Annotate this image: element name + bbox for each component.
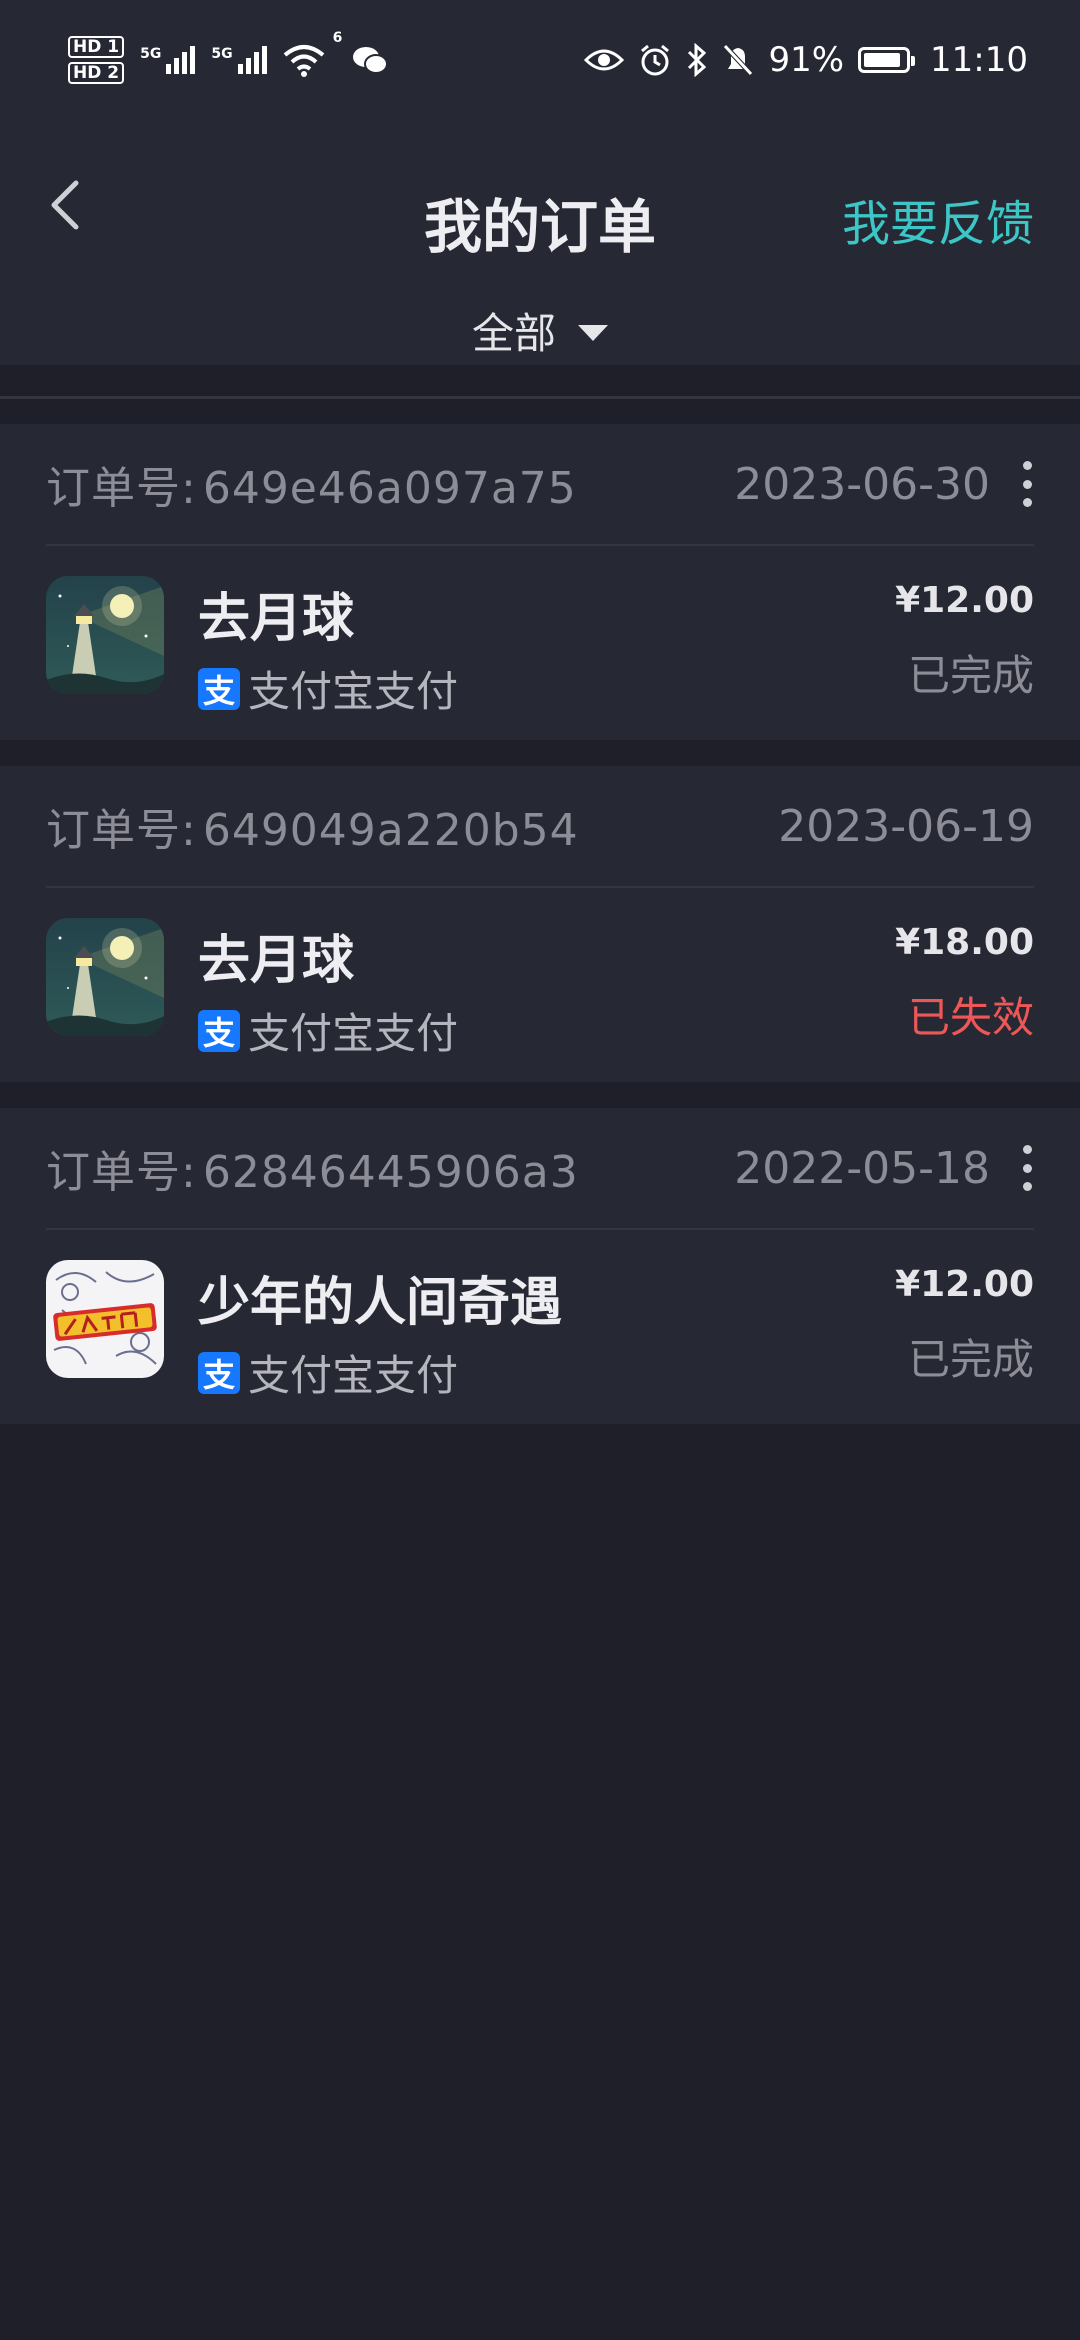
order-number: 订单号: 62846445906a3	[46, 1136, 579, 1200]
wifi-badge: 6	[332, 30, 343, 46]
order-number-label: 订单号:	[46, 805, 197, 856]
order-date: 2022-05-18	[734, 1142, 990, 1194]
lighthouse-app-icon	[46, 918, 164, 1036]
filter-label: 全部	[471, 309, 556, 358]
order-header: 订单号: 649e46a097a75 2023-06-30	[46, 424, 1034, 546]
payment-label: 支付宝支付	[248, 1009, 459, 1058]
alipay-icon: 支	[198, 667, 240, 710]
dropdown-arrow-icon	[578, 324, 608, 341]
order-card[interactable]: 订单号: 62846445906a3 2022-05-18 少年的人间奇遇 支 …	[0, 1108, 1080, 1424]
battery-icon	[858, 47, 916, 73]
order-price: ¥12.00	[895, 1264, 1034, 1305]
order-card[interactable]: 订单号: 649049a220b54 2023-06-19 去月球 支 支付宝支…	[0, 766, 1080, 1082]
app-header: 我的订单 我要反馈 全部	[0, 120, 1080, 365]
eye-icon	[584, 49, 625, 71]
order-price: ¥12.00	[895, 580, 1034, 621]
order-card[interactable]: 订单号: 649e46a097a75 2023-06-30 去月球 支 支付宝支…	[0, 424, 1080, 740]
wechat-icon	[353, 47, 389, 74]
order-header: 订单号: 649049a220b54 2023-06-19	[46, 766, 1034, 888]
order-header: 订单号: 62846445906a3 2022-05-18	[46, 1108, 1034, 1230]
signal-icon: 5G	[140, 46, 196, 74]
order-status: 已完成	[907, 1335, 1034, 1384]
clock: 11:10	[930, 40, 1028, 80]
order-body: 去月球 支 支付宝支付 ¥18.00 已失效	[46, 888, 1034, 1082]
order-number-label: 订单号:	[46, 1147, 197, 1198]
alipay-icon: 支	[198, 1351, 240, 1394]
sim2-badge: HD 2	[68, 62, 125, 84]
comic-app-icon	[46, 1260, 164, 1378]
payment-method: 支 支付宝支付	[198, 1000, 458, 1061]
product-name: 少年的人间奇遇	[198, 1273, 563, 1333]
wifi-icon	[283, 45, 324, 77]
bell-off-icon	[723, 44, 754, 76]
feedback-link[interactable]: 我要反馈	[842, 184, 1034, 254]
status-bar: HD 1 HD 2 5G 5G 6 91% 11:10	[0, 0, 1080, 120]
product-name: 去月球	[198, 931, 355, 991]
payment-method: 支 支付宝支付	[198, 658, 458, 719]
alarm-icon	[641, 44, 670, 76]
signal-icon-2: 5G	[211, 46, 267, 74]
order-body: 少年的人间奇遇 支 支付宝支付 ¥12.00 已完成	[46, 1230, 1034, 1424]
order-number: 订单号: 649e46a097a75	[46, 452, 577, 516]
lighthouse-app-icon	[46, 576, 164, 694]
alipay-icon: 支	[198, 1009, 240, 1052]
status-left: HD 1 HD 2 5G 5G 6	[68, 30, 389, 90]
order-status: 已失效	[907, 993, 1034, 1042]
status-right: 91% 11:10	[584, 30, 1028, 90]
order-number: 订单号: 649049a220b54	[46, 794, 579, 858]
network-type-label-2: 5G	[211, 46, 233, 62]
sim-indicators: HD 1 HD 2	[68, 36, 125, 84]
order-number-value: 649e46a097a75	[202, 463, 577, 514]
payment-label: 支付宝支付	[248, 1351, 459, 1400]
payment-label: 支付宝支付	[248, 667, 459, 716]
order-date: 2023-06-30	[734, 458, 990, 510]
order-price: ¥18.00	[895, 922, 1034, 963]
order-body: 去月球 支 支付宝支付 ¥12.00 已完成	[46, 546, 1034, 740]
more-options-icon[interactable]	[1020, 461, 1034, 507]
order-number-label: 订单号:	[46, 463, 197, 514]
sim1-badge: HD 1	[68, 36, 125, 58]
order-date: 2023-06-19	[778, 800, 1034, 852]
filter-dropdown[interactable]: 全部	[0, 300, 1080, 361]
product-name: 去月球	[198, 589, 355, 649]
bluetooth-icon	[688, 43, 707, 77]
battery-percent: 91%	[768, 40, 845, 80]
payment-method: 支 支付宝支付	[198, 1342, 458, 1403]
order-list: 订单号: 649e46a097a75 2023-06-30 去月球 支 支付宝支…	[0, 424, 1080, 1450]
network-type-label: 5G	[140, 46, 162, 62]
header-divider	[0, 396, 1080, 399]
order-number-value: 62846445906a3	[202, 1147, 579, 1198]
more-options-icon[interactable]	[1020, 1145, 1034, 1191]
order-status: 已完成	[907, 651, 1034, 700]
order-number-value: 649049a220b54	[202, 805, 579, 856]
